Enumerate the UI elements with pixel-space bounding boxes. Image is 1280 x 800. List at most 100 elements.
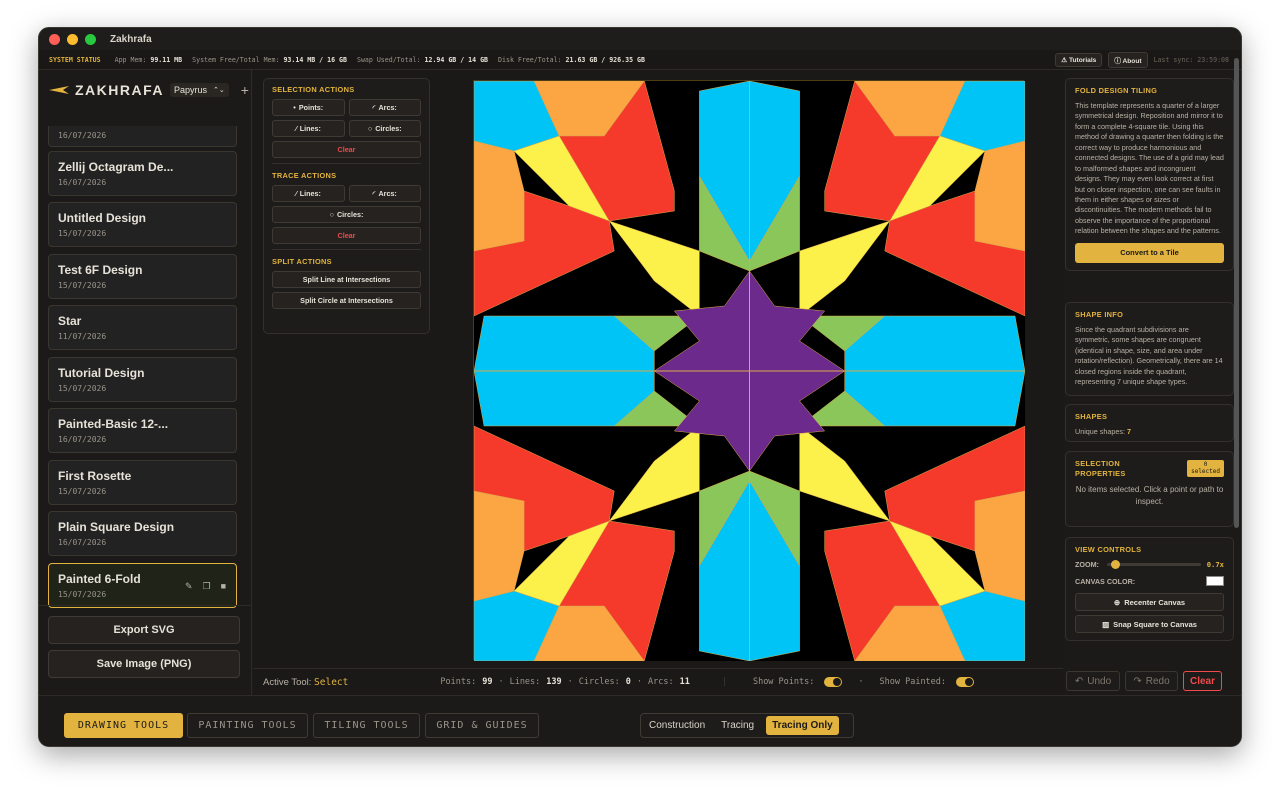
fold-title: FOLD DESIGN TILING xyxy=(1075,86,1158,95)
mode-tracing-only[interactable]: Tracing Only xyxy=(766,716,839,735)
snap-square-button[interactable]: ▨ Snap Square to Canvas xyxy=(1075,615,1224,633)
shapes-title: SHAPES xyxy=(1075,412,1108,421)
design-date: 15/07/2026 xyxy=(58,384,107,393)
maximize-icon[interactable] xyxy=(85,33,96,45)
pattern-canvas[interactable] xyxy=(473,80,1026,662)
redo-button[interactable]: ↷ Redo xyxy=(1125,671,1178,691)
trace-lines-button[interactable]: ⁄ Lines: xyxy=(272,185,345,202)
show-points-toggle[interactable] xyxy=(824,677,843,687)
split-actions-title: SPLIT ACTIONS xyxy=(272,257,332,266)
shape-info-text: Since the quadrant subdivisions are symm… xyxy=(1075,325,1223,387)
zoom-slider-knob[interactable] xyxy=(1110,560,1120,569)
shapes-card: SHAPES Unique shapes: 7 xyxy=(1065,404,1234,442)
design-name: First Rosette xyxy=(58,469,132,483)
chevron-updown-icon: ⌃⌄ xyxy=(213,87,225,94)
clear-canvas-button[interactable]: Clear xyxy=(1183,671,1222,691)
select-points-button[interactable]: • Points: xyxy=(272,99,345,116)
edit-icon[interactable]: ✎ xyxy=(185,581,193,592)
select-circles-button[interactable]: ○ Circles: xyxy=(348,120,421,137)
design-date: 15/07/2026 xyxy=(58,281,107,290)
divider xyxy=(272,163,421,164)
warning-icon: ⚠ xyxy=(1061,56,1068,64)
add-design-icon[interactable]: + xyxy=(241,82,249,98)
split-line-button[interactable]: Split Line at Intersections xyxy=(272,271,421,288)
design-card[interactable]: Plain Square Design 16/07/2026 xyxy=(48,511,237,556)
font-select-value: Papyrus xyxy=(174,85,208,95)
undo-icon: ↶ xyxy=(1074,675,1084,687)
select-arcs-button[interactable]: ◜ Arcs: xyxy=(348,99,421,116)
logo-text: ZAKHRAFA xyxy=(75,82,164,98)
trash-icon[interactable]: ■ xyxy=(221,581,226,592)
export-svg-button[interactable]: Export SVG xyxy=(48,616,240,644)
undo-button[interactable]: ↶ Undo xyxy=(1066,671,1120,691)
card-actions: ✎ ❐ ■ xyxy=(185,581,226,592)
zoom-slider[interactable] xyxy=(1106,560,1201,569)
design-name: Plain Square Design xyxy=(58,520,175,534)
canvas-status-bar: Active Tool: Select Points: 99 · Lines: 139… xyxy=(253,668,1063,695)
zoom-row: ZOOM: 0.7x xyxy=(1075,560,1224,569)
mode-switcher: Construction Tracing Tracing Only xyxy=(640,713,854,738)
about-button[interactable]: ⓘ About xyxy=(1108,51,1148,68)
design-card[interactable]: Painted-Basic 12-... 16/07/2026 xyxy=(48,408,237,453)
clear-selection-button[interactable]: Clear xyxy=(272,141,421,158)
duplicate-icon[interactable]: ❐ xyxy=(202,581,210,592)
fold-text: This template represents a quarter of a … xyxy=(1075,101,1224,236)
show-painted-toggle[interactable] xyxy=(956,677,975,687)
geometry-stats: Points: 99 · Lines: 139 · Circles: 0 · Arcs: 11… xyxy=(440,677,975,687)
close-icon[interactable] xyxy=(49,33,60,45)
trace-actions-title: TRACE ACTIONS xyxy=(272,171,337,180)
crosshair-icon: ⊕ xyxy=(1113,597,1121,607)
clear-trace-button[interactable]: Clear xyxy=(272,227,421,244)
tutorials-button[interactable]: ⚠ Tutorials xyxy=(1055,52,1103,67)
title-bar: Zakhrafa xyxy=(39,28,1241,50)
logo-row: ZAKHRAFA Papyrus ⌃⌄ + xyxy=(39,70,251,110)
selected-count-badge: 0 selected xyxy=(1187,460,1224,478)
font-select[interactable]: Papyrus ⌃⌄ xyxy=(170,83,229,97)
app-window: Zakhrafa SYSTEM STATUS App Mem: 99.11 MB… xyxy=(38,27,1242,747)
design-card[interactable]: Zellij Octagram De... 16/07/2026 xyxy=(48,151,237,196)
canvas-color-swatch[interactable] xyxy=(1206,576,1224,586)
design-card[interactable]: First Rosette 15/07/2026 xyxy=(48,460,237,505)
canvas-color-row: CANVAS COLOR: xyxy=(1075,576,1224,586)
design-date: 15/07/2026 xyxy=(58,487,107,496)
app-mem: App Mem: 99.11 MB xyxy=(114,55,183,64)
tab-drawing-tools[interactable]: DRAWING TOOLS xyxy=(64,713,183,738)
mode-tracing[interactable]: Tracing xyxy=(715,716,760,735)
design-card[interactable]: Tutorial Design 15/07/2026 xyxy=(48,357,237,402)
design-card[interactable]: Test 6F Design 15/07/2026 xyxy=(48,254,237,299)
circle-icon: ○ xyxy=(329,210,334,219)
info-icon: ⓘ xyxy=(1114,57,1121,65)
window-scrollbar[interactable] xyxy=(1234,58,1239,528)
view-controls-card: VIEW CONTROLS ZOOM: 0.7x CANVAS COLOR: ⊕… xyxy=(1065,537,1234,641)
select-lines-button[interactable]: ⁄ Lines: xyxy=(272,120,345,137)
convert-tile-button[interactable]: Convert to a Tile xyxy=(1075,242,1224,263)
shape-info-title: SHAPE INFO xyxy=(1075,310,1124,319)
drawing-canvas[interactable] xyxy=(473,80,1026,662)
selection-text: No items selected. Click a point or path… xyxy=(1075,485,1224,506)
arc-icon: ◜ xyxy=(372,189,376,198)
save-png-button[interactable]: Save Image (PNG) xyxy=(48,650,240,678)
active-tool: Active Tool: Select xyxy=(263,676,349,688)
design-card-partial[interactable]: 16/07/2026 xyxy=(48,126,237,147)
main-area: SELECTION ACTIONS • Points: ◜ Arcs: ⁄ Lines… xyxy=(253,70,1063,695)
recenter-canvas-button[interactable]: ⊕ Recenter Canvas xyxy=(1075,593,1224,611)
right-panel: FOLD DESIGN TILING This template represe… xyxy=(1064,70,1241,695)
mode-construction[interactable]: Construction xyxy=(643,716,711,735)
actions-panel: SELECTION ACTIONS • Points: ◜ Arcs: ⁄ Lines… xyxy=(263,78,430,334)
tab-painting-tools[interactable]: PAINTING TOOLS xyxy=(187,713,308,738)
tab-tiling-tools[interactable]: TILING TOOLS xyxy=(313,713,420,738)
design-card[interactable]: Untitled Design 15/07/2026 xyxy=(48,202,237,247)
logo-icon xyxy=(49,86,69,94)
fold-tiling-card: FOLD DESIGN TILING This template represe… xyxy=(1065,78,1234,271)
tab-grid-guides[interactable]: GRID & GUIDES xyxy=(425,713,539,738)
design-card[interactable]: Star 11/07/2026 xyxy=(48,305,237,350)
selection-properties-card: SELECTION PROPERTIES 0 selected No items s… xyxy=(1065,451,1234,527)
line-icon: ⁄ xyxy=(295,189,297,198)
minimize-icon[interactable] xyxy=(67,33,78,45)
trace-arcs-button[interactable]: ◜ Arcs: xyxy=(348,185,421,202)
split-circle-button[interactable]: Split Circle at Intersections xyxy=(272,292,421,309)
design-date: 16/07/2026 xyxy=(58,178,107,187)
design-card-active[interactable]: Painted 6-Fold 15/07/2026 ✎ ❐ ■ xyxy=(48,563,237,608)
circle-icon: ○ xyxy=(367,124,373,133)
trace-circles-button[interactable]: ○ Circles: xyxy=(272,206,421,223)
